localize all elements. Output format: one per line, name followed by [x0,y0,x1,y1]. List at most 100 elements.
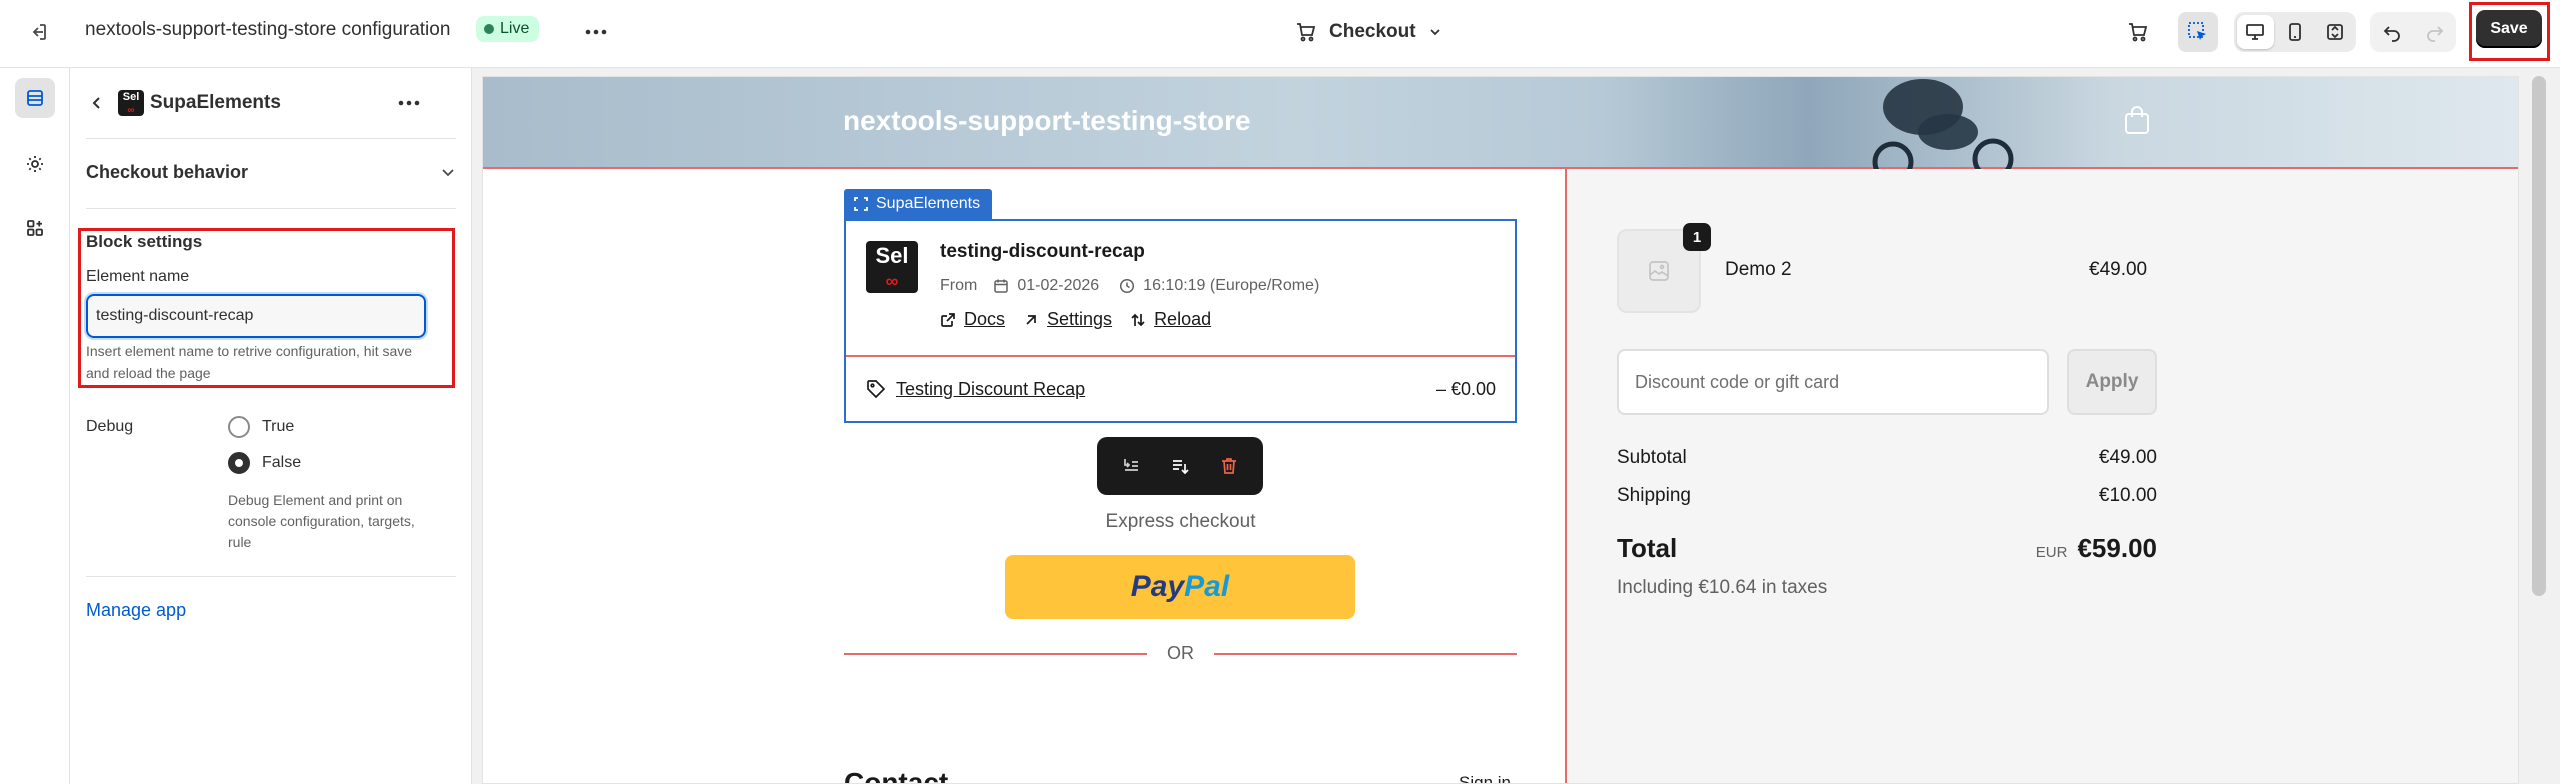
image-placeholder-icon [1649,261,1669,281]
store-config-title: nextools-support-testing-store configura… [85,19,451,40]
fullscreen-view-button[interactable] [2316,15,2353,49]
selected-block-tag[interactable]: SupaElements [844,189,993,219]
element-name-input[interactable] [86,294,426,338]
history-controls [2370,12,2456,52]
quantity-badge: 1 [1683,223,1711,251]
order-summary [1567,169,2518,783]
manage-app-link[interactable]: Manage app [86,600,186,621]
supaelements-block[interactable]: Sel ∞ testing-discount-recap From 01-02-2… [844,219,1517,423]
element-name-help: Insert element name to retrive configura… [86,343,413,381]
element-links: Docs Settings Reload [940,309,1211,330]
total-value: €59.00 [2077,533,2157,563]
chevron-down-icon [442,169,454,177]
debug-option-true-label: True [262,418,295,435]
undo-icon[interactable] [2382,22,2402,42]
debug-option-false-label: False [262,454,302,471]
shipping-label: Shipping [1617,485,1691,506]
discount-recap-value: – €0.00 [1435,378,1496,399]
store-header-banner: nextools-support-testing-store [483,77,2518,169]
back-button[interactable] [80,86,114,120]
chevron-left-icon [92,97,100,109]
inspector-button[interactable] [2178,12,2218,52]
desktop-icon [2246,24,2265,40]
sections-nav-button[interactable] [15,78,55,118]
sign-in-link[interactable]: Sign in [1459,773,1511,783]
element-date: 01-02-2026 [1017,277,1100,294]
settings-panel: Sel ∞ SupaElements Checkout behavior Bloc… [70,68,472,784]
redo-icon[interactable] [2425,22,2445,42]
shopping-bag-icon[interactable] [2123,105,2151,140]
move-block-icon[interactable] [1170,456,1190,476]
docs-link[interactable]: Docs [940,309,1005,330]
store-name: nextools-support-testing-store [843,105,1251,136]
theme-settings-nav-button[interactable] [15,144,55,184]
panel-more-icon[interactable] [392,86,426,120]
page-selector[interactable]: Checkout [1295,14,1442,50]
calendar-icon [994,279,1009,293]
taxes-note: Including €10.64 in taxes [1617,577,1828,598]
apps-icon [27,220,43,236]
radio-checked-icon [228,452,250,474]
panel-divider [86,208,456,209]
checkout-behavior-toggle[interactable]: Checkout behavior [86,144,456,200]
sections-icon [27,90,43,106]
swap-arrows-icon [1131,313,1145,326]
block-floating-toolbar [1097,437,1263,495]
element-name-label: Element name [86,268,190,285]
app-logo-text: Sel [122,91,140,103]
discount-recap-label: Testing Discount Recap [896,378,1086,399]
panel-divider [86,576,456,577]
element-title: testing-discount-recap [940,241,1145,262]
live-label: Live [500,20,530,37]
clock-icon [1120,278,1135,294]
paypal-logo-pal: Pal [1184,570,1230,603]
express-checkout-label: Express checkout [1105,511,1256,532]
more-actions-icon[interactable] [578,14,614,50]
element-time: 16:10:19 (Europe/Rome) [1143,277,1320,294]
paypal-logo-pay: Pay [1130,570,1185,603]
element-meta: From 01-02-2026 16:10:19 (Europe/Rome) [940,277,1319,295]
subtotal-label: Subtotal [1617,447,1687,468]
exit-icon[interactable] [20,14,56,50]
debug-option-false[interactable]: False [228,452,301,474]
indent-icon[interactable] [1121,456,1141,476]
element-from-label: From [940,277,978,294]
apply-button[interactable]: Apply [2067,349,2157,415]
product-price: €49.00 [2089,259,2148,280]
block-settings-title: Block settings [86,232,203,251]
debug-label: Debug [86,418,134,435]
reload-link[interactable]: Reload [1130,309,1211,330]
trash-icon[interactable] [1219,456,1239,476]
panel-header: Sel ∞ SupaElements [70,68,472,138]
product-name: Demo 2 [1725,259,1792,280]
external-link-icon [941,312,955,327]
settings-link[interactable]: Settings [1023,309,1112,330]
cart-preview-button[interactable] [2118,12,2158,52]
preview-scrollbar[interactable] [2532,76,2546,596]
discount-tag-icon [867,380,886,399]
cyclist-image [1872,79,2014,169]
subtotal-row: Subtotal €49.00 [1617,447,2157,469]
cart-icon [2129,23,2148,42]
checkout-preview: nextools-support-testing-store SupaEleme… [482,76,2519,784]
discount-recap-row: Testing Discount Recap – €0.00 [866,371,1496,407]
desktop-view-button[interactable] [2237,15,2274,49]
mobile-view-button[interactable] [2277,15,2314,49]
subtotal-value: €49.00 [2098,447,2157,468]
element-logo-text: Sel [875,243,909,268]
total-currency: EUR [2035,544,2068,561]
contact-heading: Contact [844,767,949,784]
top-bar: nextools-support-testing-store configura… [0,0,2560,68]
save-button[interactable]: Save [2476,10,2542,48]
debug-option-true[interactable]: True [228,416,294,438]
apps-nav-button[interactable] [15,208,55,248]
mobile-icon [2289,23,2301,41]
left-rail [0,68,70,784]
discount-code-input[interactable] [1617,349,2049,415]
reload-link-label: Reload [1154,309,1212,329]
page-selector-label: Checkout [1329,21,1416,42]
chevron-down-icon [1429,29,1440,36]
selected-block-tag-label: SupaElements [876,195,981,212]
paypal-button[interactable]: Pay Pal [1005,555,1355,619]
or-divider: OR [844,643,1517,664]
